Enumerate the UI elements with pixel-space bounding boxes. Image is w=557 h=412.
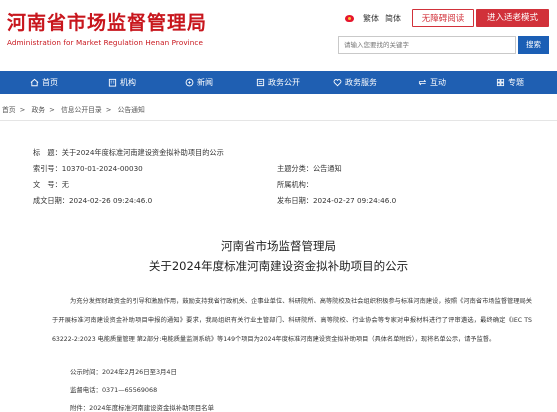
meta-published-value: 2024-02-27 09:24:46.0	[312, 196, 397, 205]
publicity-period: 公示时间：2024年2月26日至3月4日	[70, 368, 177, 376]
meta-index-label: 索引号：	[33, 164, 62, 173]
breadcrumb-catalog[interactable]: 信息公开目录	[61, 106, 102, 114]
elder-mode-button[interactable]: 进入适老模式	[476, 9, 549, 27]
site-title[interactable]: 河南省市场监督管理局	[7, 12, 207, 34]
article-heading-title: 关于2024年度标准河南建设资金拟补助项目的公示	[148, 259, 409, 273]
heart-icon	[333, 78, 342, 87]
meta-title-value: 关于2024年度标准河南建设资金拟补助项目的公示	[61, 148, 224, 157]
main-nav: 首页 机构 新闻 政务公开 政务服务 互动 专题	[0, 71, 557, 94]
nav-label: 政务服务	[345, 78, 377, 87]
meta-category-value: 公告通知	[312, 164, 342, 173]
chat-icon	[418, 78, 427, 87]
meta-category-label: 主题分类：	[277, 164, 313, 173]
home-icon	[30, 78, 39, 87]
breadcrumb-separator: >	[105, 106, 112, 114]
article-body: 为充分发挥财政资金的引导和激励作用，鼓励支持我省行政机关、企事业单位、科研院所、…	[52, 298, 532, 343]
nav-item-home[interactable]: 首页	[30, 71, 58, 94]
search-input[interactable]	[338, 36, 516, 54]
breadcrumb-separator: >	[19, 106, 26, 114]
nav-item-org[interactable]: 机构	[108, 71, 136, 94]
nav-label: 首页	[42, 78, 58, 87]
nav-item-news[interactable]: 新闻	[185, 71, 213, 94]
meta-index: 索引号：10370-01-2024-00030	[33, 164, 143, 174]
article-heading-org: 河南省市场监督管理局	[221, 239, 336, 253]
meta-created: 成文日期：2024-02-26 09:24:46.0	[33, 196, 152, 206]
topic-icon	[496, 78, 505, 87]
site-subtitle: Administration for Market Regulation Hen…	[7, 38, 204, 47]
site-header: 河南省市场监督管理局 Administration for Market Reg…	[0, 0, 557, 71]
breadcrumb-affairs[interactable]: 政务	[31, 106, 45, 114]
meta-created-label: 成文日期：	[33, 196, 69, 205]
meta-published: 发布日期：2024-02-27 09:24:46.0	[277, 196, 396, 206]
meta-created-value: 2024-02-26 09:24:46.0	[68, 196, 153, 205]
search-button[interactable]: 搜索	[518, 36, 549, 54]
meta-docno-label: 文 号：	[33, 180, 62, 189]
meta-category: 主题分类：公告通知	[277, 164, 342, 174]
accessibility-button[interactable]: 无障碍阅读	[412, 9, 474, 27]
lang-simplified[interactable]: 简体	[385, 13, 401, 24]
nav-item-services[interactable]: 政务服务	[333, 71, 377, 94]
breadcrumb-home[interactable]: 首页	[2, 106, 16, 114]
meta-org-label: 所属机构：	[277, 180, 313, 189]
nav-label: 机构	[120, 78, 136, 87]
nav-label: 新闻	[197, 78, 213, 87]
nav-label: 互动	[430, 78, 446, 87]
meta-docno-value: 无	[61, 180, 69, 189]
nav-item-disclosure[interactable]: 政务公开	[256, 71, 300, 94]
divider	[0, 120, 557, 121]
lang-traditional[interactable]: 繁体	[363, 13, 379, 24]
building-icon	[108, 78, 117, 87]
news-icon	[185, 78, 194, 87]
meta-index-value: 10370-01-2024-00030	[61, 164, 143, 173]
meta-title-label: 标 题：	[33, 148, 62, 157]
nav-label: 政务公开	[268, 78, 300, 87]
meta-org: 所属机构：	[277, 180, 313, 190]
meta-docno: 文 号：无	[33, 180, 69, 190]
nav-item-interaction[interactable]: 互动	[418, 71, 446, 94]
breadcrumb-notices[interactable]: 公告通知	[118, 106, 145, 114]
breadcrumb-separator: >	[49, 106, 55, 114]
meta-published-label: 发布日期：	[277, 196, 313, 205]
breadcrumb: 首页 > 政务 > 信息公开目录 > 公告通知	[0, 104, 147, 114]
supervision-phone: 监督电话：0371—65569068	[70, 386, 158, 394]
nav-label: 专题	[508, 78, 524, 87]
weibo-icon[interactable]	[345, 15, 354, 22]
meta-title: 标 题：关于2024年度标准河南建设资金拟补助项目的公示	[33, 148, 224, 158]
language-switch: 繁体 简体	[345, 13, 401, 24]
document-icon	[256, 78, 265, 87]
nav-item-topics[interactable]: 专题	[496, 71, 524, 94]
